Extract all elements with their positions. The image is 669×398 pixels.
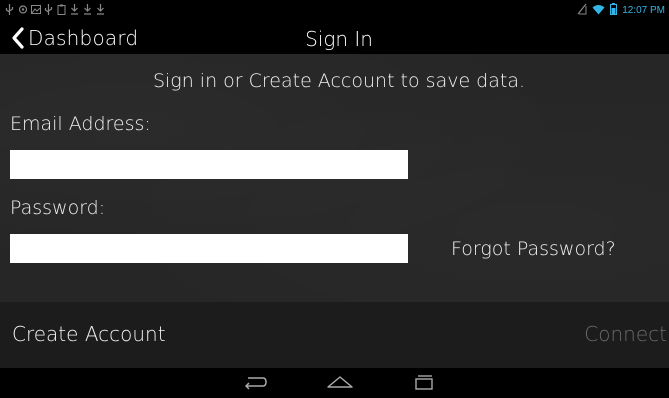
sign-in-panel: Sign in or Create Account to save data. … — [0, 54, 669, 302]
usb-icon — [44, 4, 53, 15]
download-icon — [96, 4, 104, 15]
notification-icons — [5, 4, 104, 15]
status-bar: 12:07 PM — [0, 0, 669, 21]
download-icon — [70, 4, 78, 15]
usb-icon — [5, 4, 14, 15]
action-bar: Dashboard Sign In — [0, 21, 669, 54]
page-title: Sign In — [305, 27, 373, 51]
image-icon — [31, 4, 41, 15]
wifi-icon — [592, 4, 605, 18]
gps-icon — [18, 4, 28, 15]
system-status: 12:07 PM — [577, 3, 665, 18]
battery-icon — [610, 3, 618, 18]
create-account-button[interactable]: Create Account — [12, 322, 166, 346]
system-navigation-bar — [0, 368, 669, 398]
home-icon[interactable] — [327, 374, 353, 394]
connect-button[interactable]: Connect — [584, 322, 667, 346]
download-icon — [83, 4, 91, 15]
password-label: Password: — [10, 197, 106, 219]
clipboard-icon — [57, 4, 66, 15]
forgot-password-link[interactable]: Forgot Password? — [451, 238, 616, 260]
signal-off-icon — [577, 3, 587, 18]
email-field[interactable] — [10, 150, 408, 179]
password-field[interactable] — [10, 234, 408, 263]
footer-bar: Create Account Connect — [0, 302, 669, 368]
back-icon[interactable] — [243, 374, 267, 394]
sign-in-prompt: Sign in or Create Account to save data. — [152, 70, 526, 92]
recent-apps-icon[interactable] — [412, 374, 436, 394]
email-label: Email Address: — [10, 113, 151, 135]
clock: 12:07 PM — [622, 5, 665, 16]
